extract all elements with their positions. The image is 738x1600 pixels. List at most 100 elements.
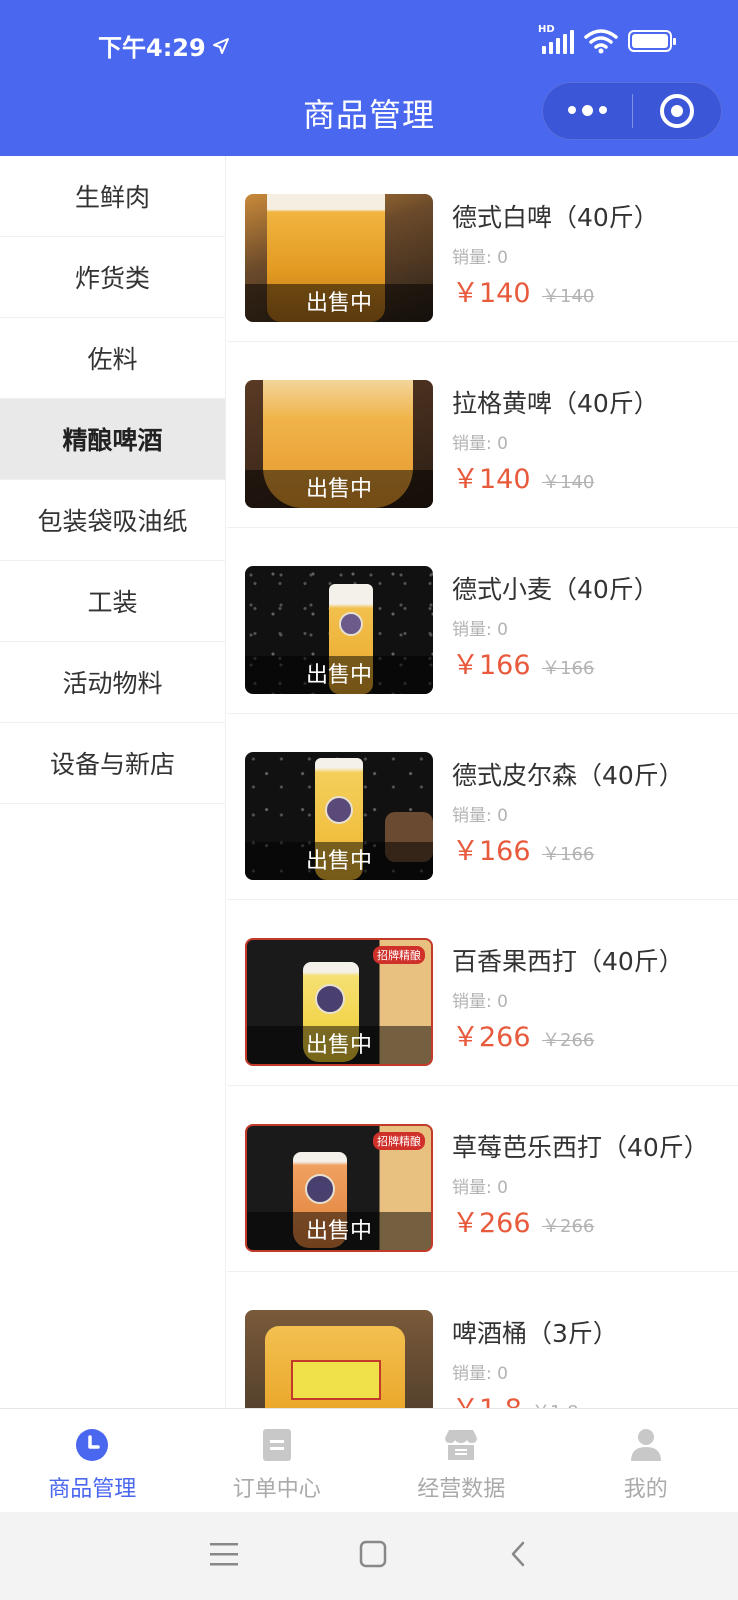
product-image: 出售中 <box>245 566 433 694</box>
clock-icon <box>74 1427 110 1463</box>
tab-label: 订单中心 <box>232 1477 321 1502</box>
product-card[interactable]: 出售中 德式小麦（40斤） 销量: 0 ￥166 ￥166 <box>227 528 738 714</box>
product-original-price: ￥140 <box>542 286 595 307</box>
product-price: ￥266 <box>452 1208 531 1239</box>
menu-icon <box>210 1543 239 1566</box>
product-price: ￥266 <box>452 1022 531 1053</box>
product-sales: 销量: 0 <box>452 806 508 826</box>
promo-badge: 招牌精酿 <box>373 946 425 964</box>
product-list: 出售中 德式白啤（40斤） 销量: 0 ￥140 ￥140 出售中 拉格黄啤（4… <box>227 156 738 1408</box>
product-price: ￥1.8 <box>452 1387 522 1408</box>
tab-label: 商品管理 <box>48 1477 137 1502</box>
tab-label: 我的 <box>623 1477 668 1502</box>
tab-order-center[interactable]: 订单中心 <box>185 1409 370 1512</box>
status-ribbon: 出售中 <box>247 1026 431 1064</box>
home-button[interactable] <box>359 1540 387 1572</box>
person-icon <box>628 1427 664 1463</box>
product-card[interactable]: 啤酒桶（3斤） 销量: 0 ￥1.8 ￥1.8 <box>227 1272 738 1408</box>
product-sales: 销量: 0 <box>452 434 508 454</box>
product-sales: 销量: 0 <box>452 1364 508 1384</box>
home-square-icon <box>359 1540 387 1568</box>
status-time-text: 下午4:29 <box>98 34 206 62</box>
battery-icon <box>628 30 676 52</box>
product-name: 啤酒桶（3斤） <box>452 1319 618 1348</box>
sidebar-item-fried[interactable]: 炸货类 <box>0 237 225 318</box>
sidebar-item-label: 工装 <box>87 588 138 617</box>
header: 下午4:29 HD 商品管理 <box>0 0 738 156</box>
product-name: 德式小麦（40斤） <box>452 575 659 604</box>
status-ribbon: 出售中 <box>245 284 433 322</box>
system-navigation-bar <box>0 1512 738 1600</box>
sidebar-item-label: 设备与新店 <box>49 750 175 779</box>
product-image: 招牌精酿 出售中 <box>245 938 433 1066</box>
store-icon <box>443 1427 479 1463</box>
sidebar-item-uniform[interactable]: 工装 <box>0 561 225 642</box>
network-type: HD <box>538 24 555 35</box>
product-card[interactable]: 招牌精酿 出售中 草莓芭乐西打（40斤） 销量: 0 ￥266 ￥266 <box>227 1086 738 1272</box>
tab-mine[interactable]: 我的 <box>554 1409 738 1512</box>
signal-icon: HD <box>538 24 574 54</box>
tab-product-management[interactable]: 商品管理 <box>0 1409 185 1512</box>
back-chevron-icon <box>511 1541 524 1567</box>
product-card[interactable]: 出售中 德式皮尔森（40斤） 销量: 0 ￥166 ￥166 <box>227 714 738 900</box>
product-price: ￥166 <box>452 650 531 681</box>
product-card[interactable]: 招牌精酿 出售中 百香果西打（40斤） 销量: 0 ￥266 ￥266 <box>227 900 738 1086</box>
product-image: 出售中 <box>245 380 433 508</box>
sidebar-item-seasoning[interactable]: 佐料 <box>0 318 225 399</box>
product-sales: 销量: 0 <box>452 1178 508 1198</box>
back-button[interactable] <box>508 1540 528 1572</box>
sidebar-item-label: 佐料 <box>87 345 138 374</box>
product-name: 草莓芭乐西打（40斤） <box>452 1133 709 1162</box>
sidebar-item-label: 包装袋吸油纸 <box>37 507 188 536</box>
product-name: 德式皮尔森（40斤） <box>452 761 684 790</box>
sidebar-item-craft-beer[interactable]: 精酿啤酒 <box>0 399 225 480</box>
target-icon <box>659 94 694 128</box>
product-original-price: ￥166 <box>542 658 595 679</box>
status-time: 下午4:29 <box>98 28 230 63</box>
sidebar-item-label: 生鲜肉 <box>74 183 150 212</box>
product-original-price: ￥266 <box>542 1216 595 1237</box>
product-price: ￥140 <box>452 464 531 495</box>
sidebar-item-label: 炸货类 <box>74 264 150 293</box>
tab-business-data[interactable]: 经营数据 <box>369 1409 554 1512</box>
product-image <box>245 1310 433 1408</box>
product-image: 出售中 <box>245 752 433 880</box>
sidebar-item-label: 活动物料 <box>62 669 163 698</box>
status-ribbon: 出售中 <box>245 656 433 694</box>
product-image: 招牌精酿 出售中 <box>245 1124 433 1252</box>
sidebar-item-label: 精酿啤酒 <box>62 426 163 455</box>
promo-badge: 招牌精酿 <box>373 1132 425 1150</box>
category-sidebar: 生鲜肉 炸货类 佐料 精酿啤酒 包装袋吸油纸 工装 活动物料 设备与新店 <box>0 156 226 1408</box>
status-ribbon: 出售中 <box>245 842 433 880</box>
close-miniapp-button[interactable] <box>633 94 722 128</box>
product-price: ￥140 <box>452 278 531 309</box>
product-sales: 销量: 0 <box>452 248 508 268</box>
product-image: 出售中 <box>245 194 433 322</box>
sidebar-item-packaging[interactable]: 包装袋吸油纸 <box>0 480 225 561</box>
product-name: 拉格黄啤（40斤） <box>452 389 659 418</box>
menu-button[interactable] <box>210 1541 239 1571</box>
location-arrow-icon <box>212 37 229 54</box>
bottom-tab-bar: 商品管理 订单中心 经营数据 我的 <box>0 1408 738 1512</box>
product-sales: 销量: 0 <box>452 992 508 1012</box>
product-name: 百香果西打（40斤） <box>452 947 684 976</box>
product-name: 德式白啤（40斤） <box>452 203 659 232</box>
sidebar-item-equipment[interactable]: 设备与新店 <box>0 723 225 804</box>
wifi-icon <box>584 29 618 54</box>
sidebar-item-fresh-meat[interactable]: 生鲜肉 <box>0 156 225 237</box>
product-original-price: ￥140 <box>542 472 595 493</box>
more-options-icon[interactable] <box>543 105 632 116</box>
miniapp-capsule <box>542 82 722 140</box>
product-price: ￥166 <box>452 836 531 867</box>
product-card[interactable]: 出售中 德式白啤（40斤） 销量: 0 ￥140 ￥140 <box>227 156 738 342</box>
product-original-price: ￥266 <box>542 1030 595 1051</box>
product-original-price: ￥166 <box>542 844 595 865</box>
product-sales: 销量: 0 <box>452 620 508 640</box>
product-card[interactable]: 出售中 拉格黄啤（40斤） 销量: 0 ￥140 ￥140 <box>227 342 738 528</box>
status-icons: HD <box>538 24 676 54</box>
document-icon <box>259 1427 295 1463</box>
sidebar-item-event-materials[interactable]: 活动物料 <box>0 642 225 723</box>
product-original-price: ￥1.8 <box>532 1398 579 1408</box>
status-ribbon: 出售中 <box>245 470 433 508</box>
tab-label: 经营数据 <box>417 1477 506 1502</box>
